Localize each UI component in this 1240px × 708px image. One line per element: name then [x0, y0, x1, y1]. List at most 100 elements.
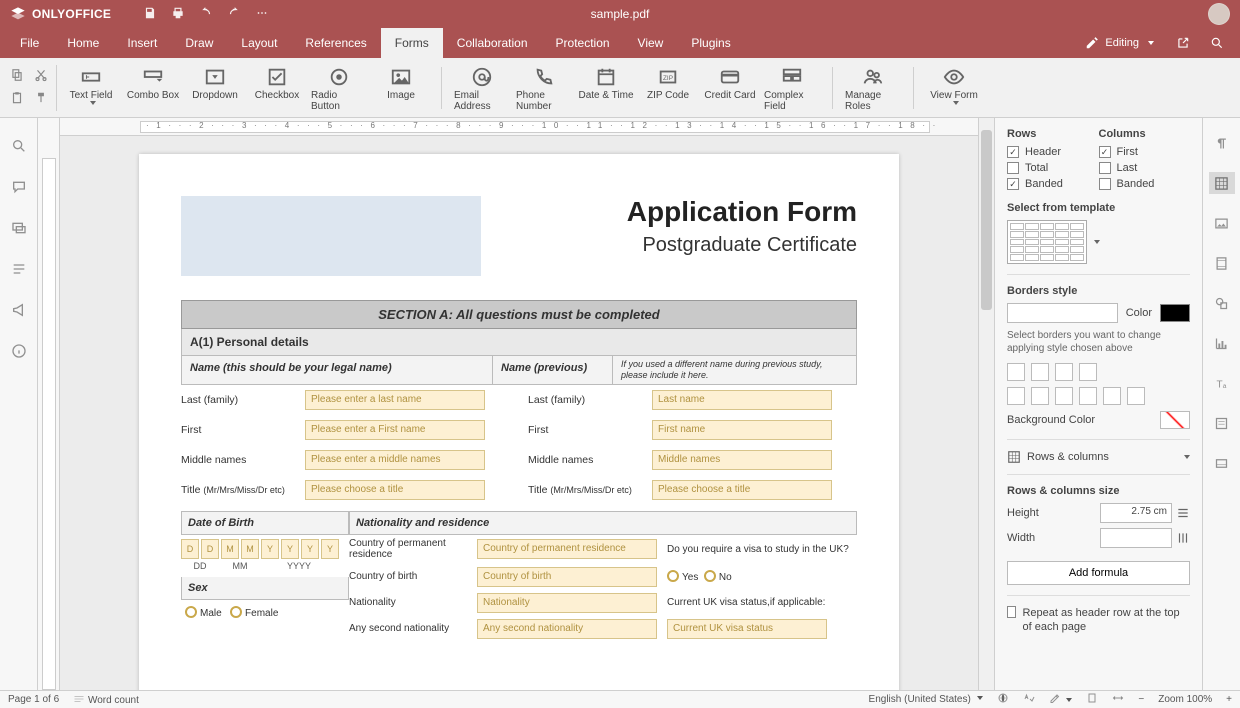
text-field-button[interactable]: Text Field — [63, 64, 119, 112]
email-button[interactable]: Email Address — [454, 64, 510, 112]
dob-y2[interactable]: Y — [281, 539, 299, 559]
chk-first[interactable]: ✓ — [1099, 146, 1111, 158]
border-vert[interactable] — [1031, 387, 1049, 405]
tab-table[interactable] — [1209, 172, 1235, 194]
zoom-level[interactable]: Zoom 100% — [1158, 694, 1212, 705]
template-dropdown-icon[interactable] — [1094, 240, 1100, 244]
border-all[interactable] — [1031, 363, 1049, 381]
fit-width-icon[interactable] — [1112, 692, 1124, 707]
checkbox-button[interactable]: Checkbox — [249, 64, 305, 112]
tab-shape[interactable] — [1209, 292, 1235, 314]
menu-file[interactable]: File — [6, 28, 53, 58]
image-button[interactable]: Image — [373, 64, 429, 112]
user-avatar[interactable] — [1208, 3, 1230, 25]
document-canvas[interactable]: Application Form Postgraduate Certificat… — [60, 136, 978, 690]
zoom-in-icon[interactable]: + — [1226, 694, 1232, 705]
dob-y1[interactable]: Y — [261, 539, 279, 559]
field-country-res[interactable]: Country of permanent residence — [477, 539, 657, 559]
field-last[interactable]: Please enter a last name — [305, 390, 485, 410]
menu-references[interactable]: References — [291, 28, 380, 58]
field-prev-middle[interactable]: Middle names — [652, 450, 832, 470]
template-preview[interactable] — [1007, 220, 1087, 264]
manage-roles-button[interactable]: Manage Roles — [845, 64, 901, 112]
radio-button-button[interactable]: Radio Button — [311, 64, 367, 112]
doclang-icon[interactable] — [997, 692, 1009, 707]
view-form-button[interactable]: View Form — [926, 64, 982, 112]
tab-paragraph[interactable] — [1209, 132, 1235, 154]
editing-mode-button[interactable]: Editing — [1073, 28, 1166, 58]
distribute-cols-icon[interactable] — [1176, 531, 1190, 545]
border-left[interactable] — [1007, 387, 1025, 405]
menu-collaboration[interactable]: Collaboration — [443, 28, 542, 58]
field-middle[interactable]: Please enter a middle names — [305, 450, 485, 470]
field-first[interactable]: Please enter a First name — [305, 420, 485, 440]
field-visa-status[interactable]: Current UK visa status — [667, 619, 827, 639]
tab-signature[interactable] — [1209, 452, 1235, 474]
cut-icon[interactable] — [34, 68, 48, 85]
menu-forms[interactable]: Forms — [381, 28, 443, 58]
dropdown-button[interactable]: Dropdown — [187, 64, 243, 112]
logo-placeholder[interactable] — [181, 196, 481, 276]
format-painter-icon[interactable] — [34, 91, 48, 108]
tab-chart[interactable] — [1209, 332, 1235, 354]
zip-button[interactable]: ZIPZIP Code — [640, 64, 696, 112]
zoom-out-icon[interactable]: − — [1138, 694, 1144, 705]
border-color-swatch[interactable] — [1160, 304, 1190, 322]
radio-male[interactable] — [185, 606, 197, 618]
language-selector[interactable]: English (United States) — [869, 694, 983, 705]
tab-header-footer[interactable] — [1209, 252, 1235, 274]
border-top[interactable] — [1079, 387, 1097, 405]
menu-view[interactable]: View — [624, 28, 678, 58]
chk-total[interactable] — [1007, 162, 1019, 174]
border-line-select[interactable] — [1007, 303, 1118, 323]
chk-last[interactable] — [1099, 162, 1111, 174]
about-icon[interactable] — [11, 343, 27, 362]
copy-icon[interactable] — [10, 68, 24, 85]
save-icon[interactable] — [143, 6, 157, 23]
word-count[interactable]: Word count — [73, 693, 139, 706]
distribute-rows-icon[interactable] — [1176, 506, 1190, 520]
dob-m1[interactable]: M — [221, 539, 239, 559]
height-input[interactable]: 2.75 cm — [1100, 503, 1172, 523]
border-inner[interactable] — [1055, 363, 1073, 381]
dob-m2[interactable]: M — [241, 539, 259, 559]
field-country-birth[interactable]: Country of birth — [477, 567, 657, 587]
phone-button[interactable]: Phone Number — [516, 64, 572, 112]
tab-image[interactable] — [1209, 212, 1235, 234]
field-nationality[interactable]: Nationality — [477, 593, 657, 613]
chk-banded-rows[interactable]: ✓ — [1007, 178, 1019, 190]
add-formula-button[interactable]: Add formula — [1007, 561, 1190, 585]
redo-icon[interactable] — [227, 6, 241, 23]
menu-plugins[interactable]: Plugins — [677, 28, 744, 58]
spellcheck-icon[interactable] — [1023, 692, 1035, 707]
dob-d2[interactable]: D — [201, 539, 219, 559]
page-indicator[interactable]: Page 1 of 6 — [8, 694, 59, 705]
tab-form[interactable] — [1209, 412, 1235, 434]
radio-no[interactable] — [704, 570, 716, 582]
navigation-icon[interactable] — [11, 261, 27, 280]
fit-page-icon[interactable] — [1086, 692, 1098, 707]
menu-insert[interactable]: Insert — [113, 28, 171, 58]
chk-header[interactable]: ✓ — [1007, 146, 1019, 158]
datetime-button[interactable]: Date & Time — [578, 64, 634, 112]
border-right[interactable] — [1055, 387, 1073, 405]
field-prev-first[interactable]: First name — [652, 420, 832, 440]
field-prev-title[interactable]: Please choose a title — [652, 480, 832, 500]
menu-home[interactable]: Home — [53, 28, 113, 58]
field-second-nat[interactable]: Any second nationality — [477, 619, 657, 639]
field-title[interactable]: Please choose a title — [305, 480, 485, 500]
field-prev-last[interactable]: Last name — [652, 390, 832, 410]
chat-icon[interactable] — [11, 220, 27, 239]
dob-d1[interactable]: D — [181, 539, 199, 559]
menu-protection[interactable]: Protection — [542, 28, 624, 58]
paste-icon[interactable] — [10, 91, 24, 108]
print-icon[interactable] — [171, 6, 185, 23]
radio-yes[interactable] — [667, 570, 679, 582]
trackchanges-icon[interactable] — [1049, 692, 1073, 707]
rows-columns-menu[interactable]: Rows & columns — [1007, 450, 1190, 464]
radio-female[interactable] — [230, 606, 242, 618]
menu-draw[interactable]: Draw — [171, 28, 227, 58]
find-icon[interactable] — [11, 138, 27, 157]
dob-y4[interactable]: Y — [321, 539, 339, 559]
menu-layout[interactable]: Layout — [227, 28, 291, 58]
